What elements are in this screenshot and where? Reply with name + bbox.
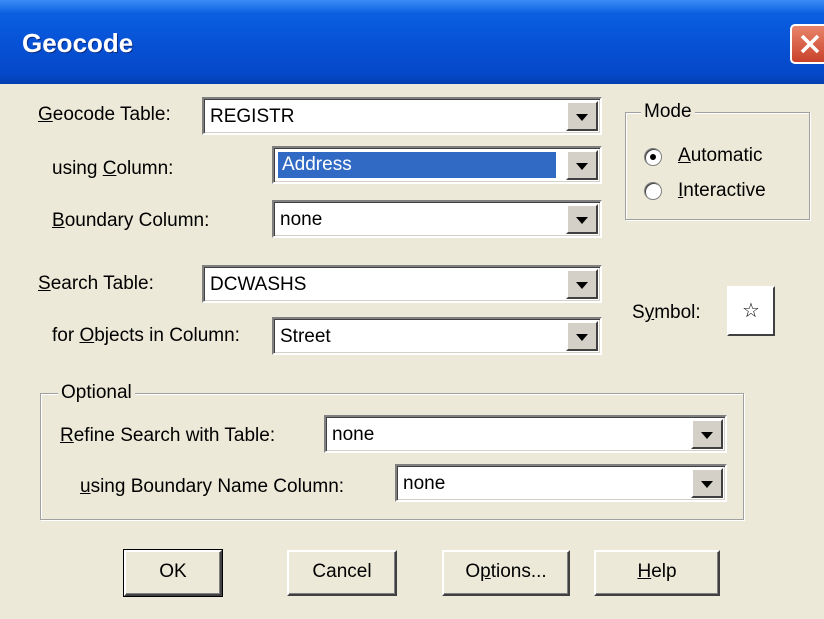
using-column-select[interactable]: Address — [272, 146, 602, 184]
optional-group-title: Optional — [58, 382, 135, 404]
boundary-name-column-select[interactable]: none — [395, 464, 727, 502]
geocode-dialog: Geocode Geocode Table: REGISTR using Col… — [0, 0, 824, 619]
automatic-radio[interactable] — [644, 148, 662, 166]
search-table-select[interactable]: DCWASHS — [202, 265, 602, 303]
chevron-down-icon[interactable] — [566, 269, 598, 299]
geocode-table-label: Geocode Table: — [38, 104, 171, 125]
help-button[interactable]: Help — [594, 550, 720, 596]
symbol-button[interactable]: ☆ — [727, 286, 775, 336]
boundary-column-label: Boundary Column: — [52, 210, 210, 231]
objects-column-label: for Objects in Column: — [52, 325, 240, 346]
objects-column-select[interactable]: Street — [272, 317, 602, 355]
refine-search-select[interactable]: none — [324, 415, 727, 453]
chevron-down-icon[interactable] — [566, 101, 598, 131]
ok-button[interactable]: OK — [123, 549, 223, 597]
objects-column-value: Street — [280, 326, 331, 347]
boundary-name-column-value: none — [403, 473, 446, 494]
search-table-label: Search Table: — [38, 273, 154, 294]
using-column-value: Address — [278, 152, 556, 178]
boundary-column-select[interactable]: none — [272, 200, 602, 238]
geocode-table-select[interactable]: REGISTR — [202, 97, 602, 135]
chevron-down-icon[interactable] — [566, 321, 598, 351]
options-button[interactable]: Options... — [442, 550, 570, 596]
geocode-table-value: REGISTR — [210, 106, 295, 127]
close-button[interactable] — [790, 24, 824, 64]
interactive-label[interactable]: Interactive — [678, 180, 766, 202]
close-icon — [800, 34, 820, 54]
automatic-label[interactable]: Automatic — [678, 145, 763, 167]
symbol-label: Symbol: — [632, 302, 701, 323]
boundary-column-value: none — [280, 209, 323, 230]
search-table-value: DCWASHS — [210, 274, 307, 295]
chevron-down-icon[interactable] — [691, 419, 723, 449]
using-column-label: using Column: — [52, 158, 174, 179]
window-title: Geocode — [22, 28, 134, 58]
interactive-radio[interactable] — [644, 182, 662, 200]
boundary-name-column-label: using Boundary Name Column: — [80, 476, 345, 497]
refine-search-label: Refine Search with Table: — [60, 425, 276, 446]
star-icon: ☆ — [742, 300, 760, 322]
title-bar: Geocode — [0, 0, 824, 84]
mode-group-title: Mode — [641, 101, 695, 123]
chevron-down-icon[interactable] — [566, 204, 598, 234]
chevron-down-icon[interactable] — [566, 150, 598, 180]
cancel-button[interactable]: Cancel — [287, 550, 397, 596]
refine-search-value: none — [332, 424, 375, 445]
chevron-down-icon[interactable] — [691, 468, 723, 498]
